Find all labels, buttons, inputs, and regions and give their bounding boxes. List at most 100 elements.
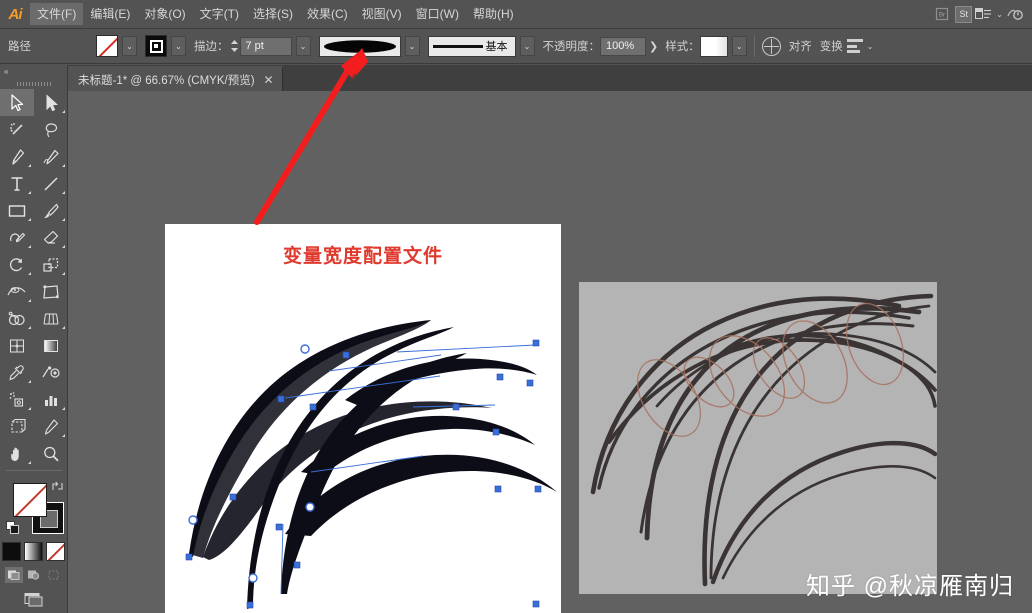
menu-item-1[interactable]: 编辑(E)	[83, 3, 137, 25]
tool-lasso-tool[interactable]	[34, 116, 68, 143]
tool-rotate-tool[interactable]	[0, 251, 34, 278]
fill-color-swatch[interactable]	[96, 35, 118, 57]
document-setup-icon[interactable]	[846, 39, 863, 53]
none-swatch-button[interactable]	[46, 542, 65, 561]
stroke-weight-chevron-down-icon[interactable]: ⌄	[295, 36, 311, 56]
menu-item-6[interactable]: 视图(V)	[355, 3, 409, 25]
menu-item-4[interactable]: 选择(S)	[246, 3, 300, 25]
artboard[interactable]: 变量宽度配置文件	[165, 224, 561, 613]
draw-inside-icon[interactable]	[45, 567, 63, 583]
workspace-switcher[interactable]: ⌄	[975, 7, 1003, 21]
gradient-swatch-button[interactable]	[24, 542, 43, 561]
graphic-style-swatch[interactable]	[699, 35, 728, 57]
workspace-chevron-down-icon[interactable]: ⌄	[996, 10, 1003, 19]
menu-items: 文件(F) 编辑(E) 对象(O) 文字(T) 选择(S) 效果(C) 视图(V) 窗口(W)…	[30, 3, 521, 25]
align-button[interactable]: 对齐	[789, 38, 812, 54]
brush-chevron-down-icon[interactable]: ⌄	[519, 36, 535, 56]
tool-paintbrush-tool[interactable]	[34, 197, 68, 224]
menu-item-3[interactable]: 文字(T)	[193, 3, 246, 25]
tool-selection-tool[interactable]	[0, 89, 34, 116]
fill-chevron-down-icon[interactable]: ⌄	[122, 36, 137, 56]
document-tab-title: 未标题-1* @ 66.67% (CMYK/预览)	[78, 74, 255, 87]
tool-shape-builder-tool[interactable]	[0, 305, 34, 332]
menu-item-2[interactable]: 对象(O)	[137, 3, 192, 25]
tool-column-graph-tool[interactable]	[34, 386, 68, 413]
tool-perspective-grid-tool[interactable]	[34, 305, 68, 332]
tool-type-tool[interactable]	[0, 170, 34, 197]
width-profile-ellipse-icon	[323, 39, 396, 53]
swap-fill-stroke-icon[interactable]	[51, 480, 64, 493]
fill-swatch-none[interactable]	[13, 483, 47, 517]
document-tab[interactable]: 未标题-1* @ 66.67% (CMYK/预览) ✕	[68, 66, 283, 91]
tool-shaper-tool[interactable]	[0, 224, 34, 251]
style-chevron-down-icon[interactable]: ⌄	[731, 36, 747, 56]
tool-line-segment-tool[interactable]	[34, 170, 68, 197]
opacity-more-icon[interactable]: ❯	[646, 40, 661, 53]
tool-direct-selection-tool[interactable]	[34, 89, 68, 116]
brush-definition-swatch[interactable]: 基本	[427, 35, 516, 57]
color-mode-buttons	[0, 542, 67, 561]
tools-panel: «	[0, 65, 68, 613]
stroke-weight-input[interactable]: 7 pt	[239, 36, 292, 56]
tool-artboard-tool[interactable]	[0, 413, 34, 440]
app-logo-icon: Ai	[8, 5, 23, 23]
screen-mode-wrap	[0, 591, 67, 613]
style-label: 样式：	[665, 41, 700, 53]
toolbar-divider	[0, 470, 68, 476]
extra-chevron-down-icon[interactable]: ⌄	[867, 42, 874, 51]
menu-item-8[interactable]: 帮助(H)	[466, 3, 521, 25]
tool-pen-tool[interactable]	[0, 143, 34, 170]
bridge-icon[interactable]: Br	[932, 5, 952, 23]
width-profile-swatch[interactable]	[318, 35, 401, 57]
menu-item-7[interactable]: 窗口(W)	[409, 3, 466, 25]
stroke-weight-stepper[interactable]	[229, 36, 240, 56]
tools-panel-grip[interactable]	[0, 78, 67, 89]
selection-type-label: 路径	[8, 41, 31, 53]
drawing-mode-buttons	[0, 567, 67, 583]
tools-grid	[0, 89, 68, 467]
recolor-artwork-icon[interactable]	[761, 36, 781, 56]
tool-eyedropper-tool[interactable]	[0, 359, 34, 386]
menu-item-5[interactable]: 效果(C)	[300, 3, 355, 25]
menu-item-0[interactable]: 文件(F)	[30, 3, 84, 25]
tool-symbol-sprayer-tool[interactable]	[0, 386, 34, 413]
tool-blend-tool[interactable]	[34, 359, 68, 386]
draw-normal-icon[interactable]	[4, 567, 23, 583]
close-icon[interactable]: ✕	[264, 74, 274, 86]
tool-zoom-tool[interactable]	[34, 440, 68, 467]
illustrator-window: Ai 文件(F) 编辑(E) 对象(O) 文字(T) 选择(S) 效果(C) 视图(V) 窗口…	[0, 0, 1032, 613]
menu-bar: Ai 文件(F) 编辑(E) 对象(O) 文字(T) 选择(S) 效果(C) 视图(V) 窗口…	[0, 0, 1032, 29]
transform-button[interactable]: 变换	[820, 38, 843, 54]
workspace-switcher-icon	[975, 8, 992, 19]
default-fill-stroke-icon[interactable]	[6, 521, 20, 535]
tapered-stroke-paths	[189, 320, 557, 609]
tool-gradient-tool[interactable]	[34, 332, 68, 359]
tool-hand-tool[interactable]	[0, 440, 34, 467]
tool-free-transform-tool[interactable]	[34, 278, 68, 305]
stroke-chevron-down-icon[interactable]: ⌄	[171, 36, 186, 56]
tool-curvature-tool[interactable]	[34, 143, 68, 170]
tool-rectangle-tool[interactable]	[0, 197, 34, 224]
document-canvas[interactable]: 变量宽度配置文件 知乎 @秋凉雁南归	[68, 91, 1032, 613]
watermark-text: 知乎 @秋凉雁南归	[805, 573, 1014, 600]
opacity-input[interactable]: 100%	[600, 36, 646, 56]
tool-scale-tool[interactable]	[34, 251, 68, 278]
change-screen-mode-icon[interactable]	[17, 591, 51, 613]
preview-panel[interactable]	[579, 282, 937, 594]
tool-magic-wand-tool[interactable]	[0, 116, 34, 143]
tools-panel-collapse-icon[interactable]: «	[0, 65, 67, 78]
menu-bar-right: Br St ⌄	[932, 5, 1032, 23]
tool-eraser-tool[interactable]	[34, 224, 68, 251]
tool-slice-tool[interactable]	[34, 413, 68, 440]
draw-behind-icon[interactable]	[25, 567, 43, 583]
artboard-artwork[interactable]	[165, 224, 561, 613]
stroke-color-swatch[interactable]	[145, 35, 167, 57]
search-adobe-icon[interactable]	[1006, 5, 1026, 23]
tool-mesh-tool[interactable]	[0, 332, 34, 359]
width-profile-chevron-down-icon[interactable]: ⌄	[404, 36, 420, 56]
color-swatch-solid-button[interactable]	[2, 542, 21, 561]
preview-artwork	[590, 293, 937, 587]
control-bar: 路径 ⌄ ⌄ 描边： 7 pt ⌄ ⌄ 基本 ⌄ 不透明度： 100% ❯ 样式…	[0, 29, 1032, 64]
tool-width-tool[interactable]	[0, 278, 34, 305]
stock-icon[interactable]: St	[955, 5, 973, 23]
